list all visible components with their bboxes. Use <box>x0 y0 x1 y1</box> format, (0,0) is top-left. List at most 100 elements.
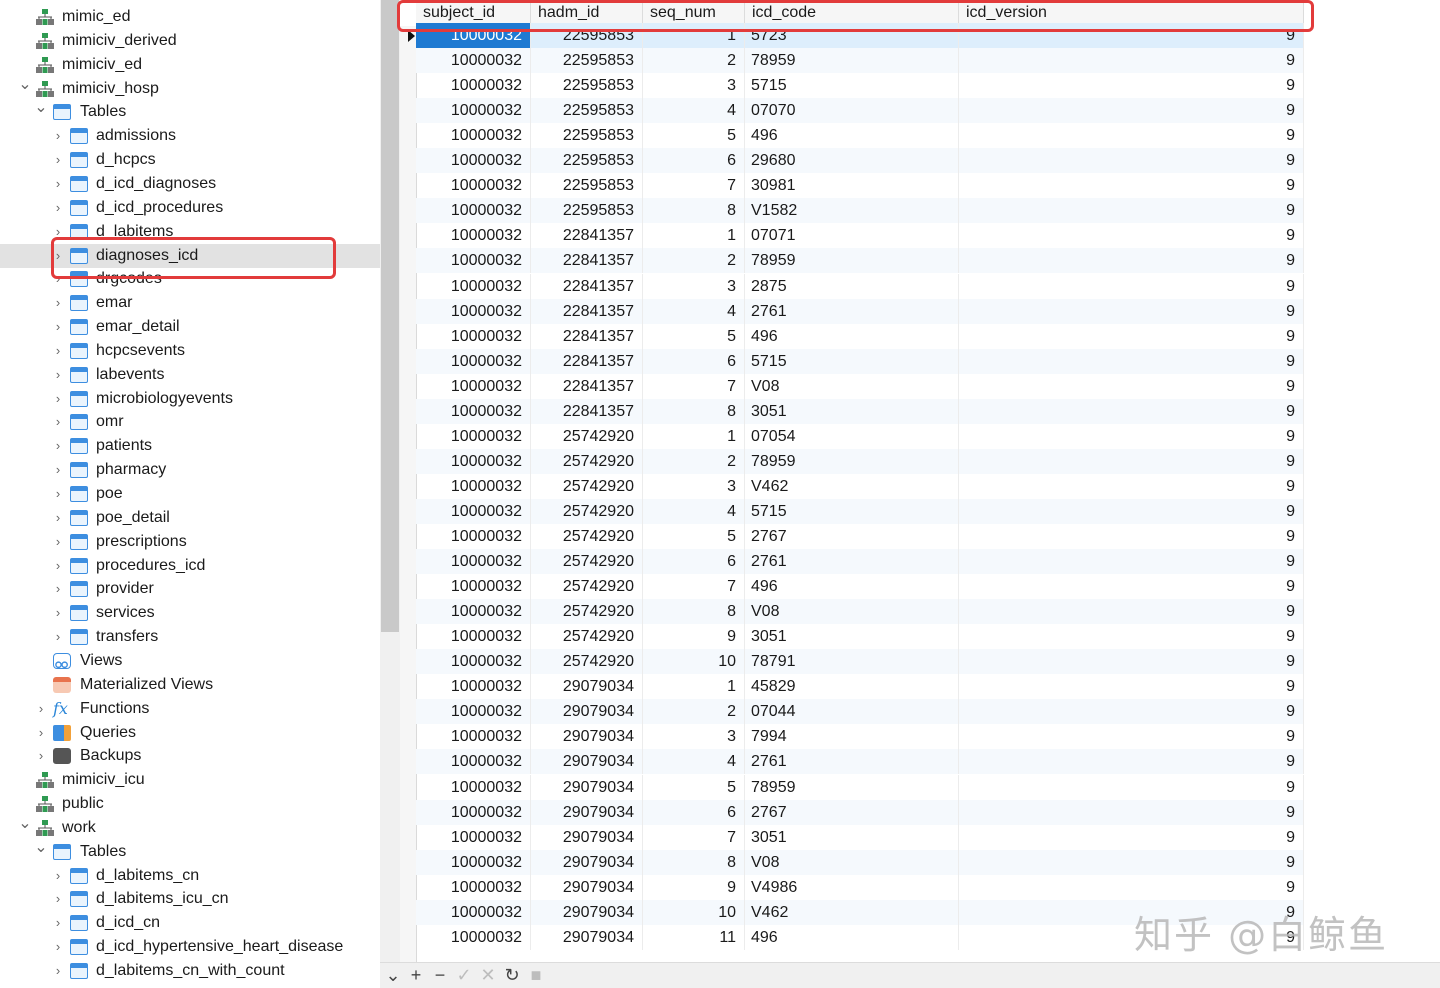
table-row[interactable]: 10000032 25742920 6 2761 9 <box>416 549 1304 575</box>
table-row[interactable]: 10000032 22841357 3 2875 9 <box>416 273 1304 299</box>
cell-icd-version[interactable]: 9 <box>959 498 1304 524</box>
cell-hadm-id[interactable]: 25742920 <box>531 599 643 625</box>
cell-hadm-id[interactable]: 22595853 <box>531 48 643 74</box>
chevron-right-icon[interactable]: › <box>51 410 65 434</box>
chevron-right-icon[interactable]: › <box>51 339 65 363</box>
chevron-right-icon[interactable]: › <box>51 196 65 220</box>
tree-item-labevents[interactable]: › labevents <box>0 363 380 387</box>
cell-icd-code[interactable]: 2761 <box>745 298 959 324</box>
cell-icd-code[interactable]: V08 <box>745 849 959 875</box>
tree-item-mimic-ed[interactable]: mimic_ed <box>0 5 380 29</box>
chevron-right-icon[interactable]: › <box>51 220 65 244</box>
tree-item-d-labitems-cn[interactable]: › d_labitems_cn <box>0 864 380 888</box>
cell-icd-version[interactable]: 9 <box>959 373 1304 399</box>
table-row[interactable]: 10000032 29079034 3 7994 9 <box>416 724 1304 750</box>
cell-subject-id[interactable]: 10000032 <box>416 423 531 449</box>
cell-icd-version[interactable]: 9 <box>959 699 1304 725</box>
cell-icd-version[interactable]: 9 <box>959 874 1304 900</box>
cell-subject-id[interactable]: 10000032 <box>416 924 531 950</box>
tree-item-d-labitems-cn-with-count[interactable]: › d_labitems_cn_with_count <box>0 959 380 983</box>
cell-hadm-id[interactable]: 29079034 <box>531 749 643 775</box>
cell-hadm-id[interactable]: 25742920 <box>531 473 643 499</box>
tree-item-d-icd-diagnoses[interactable]: › d_icd_diagnoses <box>0 172 380 196</box>
cell-subject-id[interactable]: 10000032 <box>416 298 531 324</box>
tree-item-d-icd-cn[interactable]: › d_icd_cn <box>0 911 380 935</box>
tree-item-d-labitems[interactable]: › d_labitems <box>0 220 380 244</box>
chevron-right-icon[interactable]: › <box>51 124 65 148</box>
table-row[interactable]: 10000032 22595853 8 V1582 9 <box>416 198 1304 224</box>
cell-hadm-id[interactable]: 22595853 <box>531 73 643 99</box>
cell-hadm-id[interactable]: 25742920 <box>531 423 643 449</box>
chevron-right-icon[interactable]: › <box>51 434 65 458</box>
cell-icd-version[interactable]: 9 <box>959 774 1304 800</box>
cell-hadm-id[interactable]: 29079034 <box>531 774 643 800</box>
cell-icd-version[interactable]: 9 <box>959 724 1304 750</box>
cell-hadm-id[interactable]: 22595853 <box>531 123 643 149</box>
table-row[interactable]: 10000032 22841357 2 78959 9 <box>416 248 1304 274</box>
cell-seq-num[interactable]: 5 <box>643 123 745 149</box>
cell-seq-num[interactable]: 4 <box>643 298 745 324</box>
cell-seq-num[interactable]: 1 <box>643 23 745 48</box>
table-row[interactable]: 10000032 22595853 2 78959 9 <box>416 48 1304 74</box>
cell-hadm-id[interactable]: 25742920 <box>531 574 643 600</box>
table-row[interactable]: 10000032 25742920 9 3051 9 <box>416 624 1304 650</box>
cell-hadm-id[interactable]: 22841357 <box>531 223 643 249</box>
cell-subject-id[interactable]: 10000032 <box>416 373 531 399</box>
cell-seq-num[interactable]: 4 <box>643 498 745 524</box>
cell-seq-num[interactable]: 3 <box>643 73 745 99</box>
table-row[interactable]: 10000032 29079034 7 3051 9 <box>416 824 1304 850</box>
cell-subject-id[interactable]: 10000032 <box>416 23 531 48</box>
cell-hadm-id[interactable]: 22595853 <box>531 98 643 124</box>
cell-icd-version[interactable]: 9 <box>959 674 1304 700</box>
chevron-right-icon[interactable]: › <box>34 744 48 768</box>
tree-item-work[interactable]: ⌄ work <box>0 815 380 840</box>
tree-item-d-hcpcs[interactable]: › d_hcpcs <box>0 148 380 172</box>
cell-hadm-id[interactable]: 29079034 <box>531 724 643 750</box>
cell-icd-version[interactable]: 9 <box>959 524 1304 549</box>
cell-icd-code[interactable]: 7994 <box>745 724 959 750</box>
cell-seq-num[interactable]: 4 <box>643 98 745 124</box>
chevron-down-icon[interactable]: ⌄ <box>34 100 48 124</box>
tree-item-backups[interactable]: › Backups <box>0 744 380 768</box>
chevron-right-icon[interactable]: › <box>51 267 65 291</box>
cell-hadm-id[interactable]: 22841357 <box>531 323 643 349</box>
cell-subject-id[interactable]: 10000032 <box>416 348 531 374</box>
chevron-right-icon[interactable]: › <box>34 697 48 721</box>
cell-icd-code[interactable]: 78791 <box>745 649 959 675</box>
cell-seq-num[interactable]: 5 <box>643 774 745 800</box>
tree-item-emar-detail[interactable]: › emar_detail <box>0 315 380 339</box>
cell-hadm-id[interactable]: 22841357 <box>531 398 643 424</box>
cell-seq-num[interactable]: 5 <box>643 524 745 549</box>
cell-icd-code[interactable]: 2767 <box>745 799 959 825</box>
chevron-right-icon[interactable]: › <box>51 506 65 530</box>
cell-seq-num[interactable]: 3 <box>643 473 745 499</box>
cell-icd-version[interactable]: 9 <box>959 824 1304 850</box>
table-row[interactable]: 10000032 22841357 1 07071 9 <box>416 223 1304 249</box>
cell-icd-code[interactable]: V08 <box>745 373 959 399</box>
cell-subject-id[interactable]: 10000032 <box>416 649 531 675</box>
cell-seq-num[interactable]: 8 <box>643 599 745 625</box>
cell-seq-num[interactable]: 2 <box>643 448 745 474</box>
cell-subject-id[interactable]: 10000032 <box>416 48 531 74</box>
cell-icd-version[interactable]: 9 <box>959 173 1304 199</box>
table-row[interactable]: 10000032 22841357 6 5715 9 <box>416 348 1304 374</box>
cell-icd-code[interactable]: 78959 <box>745 248 959 274</box>
tree-item-functions[interactable]: › fx Functions <box>0 697 380 721</box>
table-row[interactable]: 10000032 22595853 1 5723 9 <box>416 23 1304 48</box>
cell-icd-code[interactable]: 496 <box>745 574 959 600</box>
tree-item-materialized-views[interactable]: Materialized Views <box>0 673 380 697</box>
cell-seq-num[interactable]: 6 <box>643 148 745 174</box>
table-row[interactable]: 10000032 22595853 5 496 9 <box>416 123 1304 149</box>
cell-seq-num[interactable]: 1 <box>643 423 745 449</box>
tree-item-mimiciv-hosp[interactable]: ⌄ mimiciv_hosp <box>0 76 380 101</box>
cell-hadm-id[interactable]: 25742920 <box>531 498 643 524</box>
cell-hadm-id[interactable]: 22595853 <box>531 173 643 199</box>
tree-item-transfers[interactable]: › transfers <box>0 625 380 649</box>
cell-subject-id[interactable]: 10000032 <box>416 749 531 775</box>
cell-seq-num[interactable]: 11 <box>643 924 745 950</box>
cell-icd-code[interactable]: 07071 <box>745 223 959 249</box>
delete-record-button[interactable]: − <box>429 963 451 988</box>
cell-hadm-id[interactable]: 22595853 <box>531 148 643 174</box>
cell-seq-num[interactable]: 6 <box>643 799 745 825</box>
cell-icd-version[interactable]: 9 <box>959 23 1304 48</box>
